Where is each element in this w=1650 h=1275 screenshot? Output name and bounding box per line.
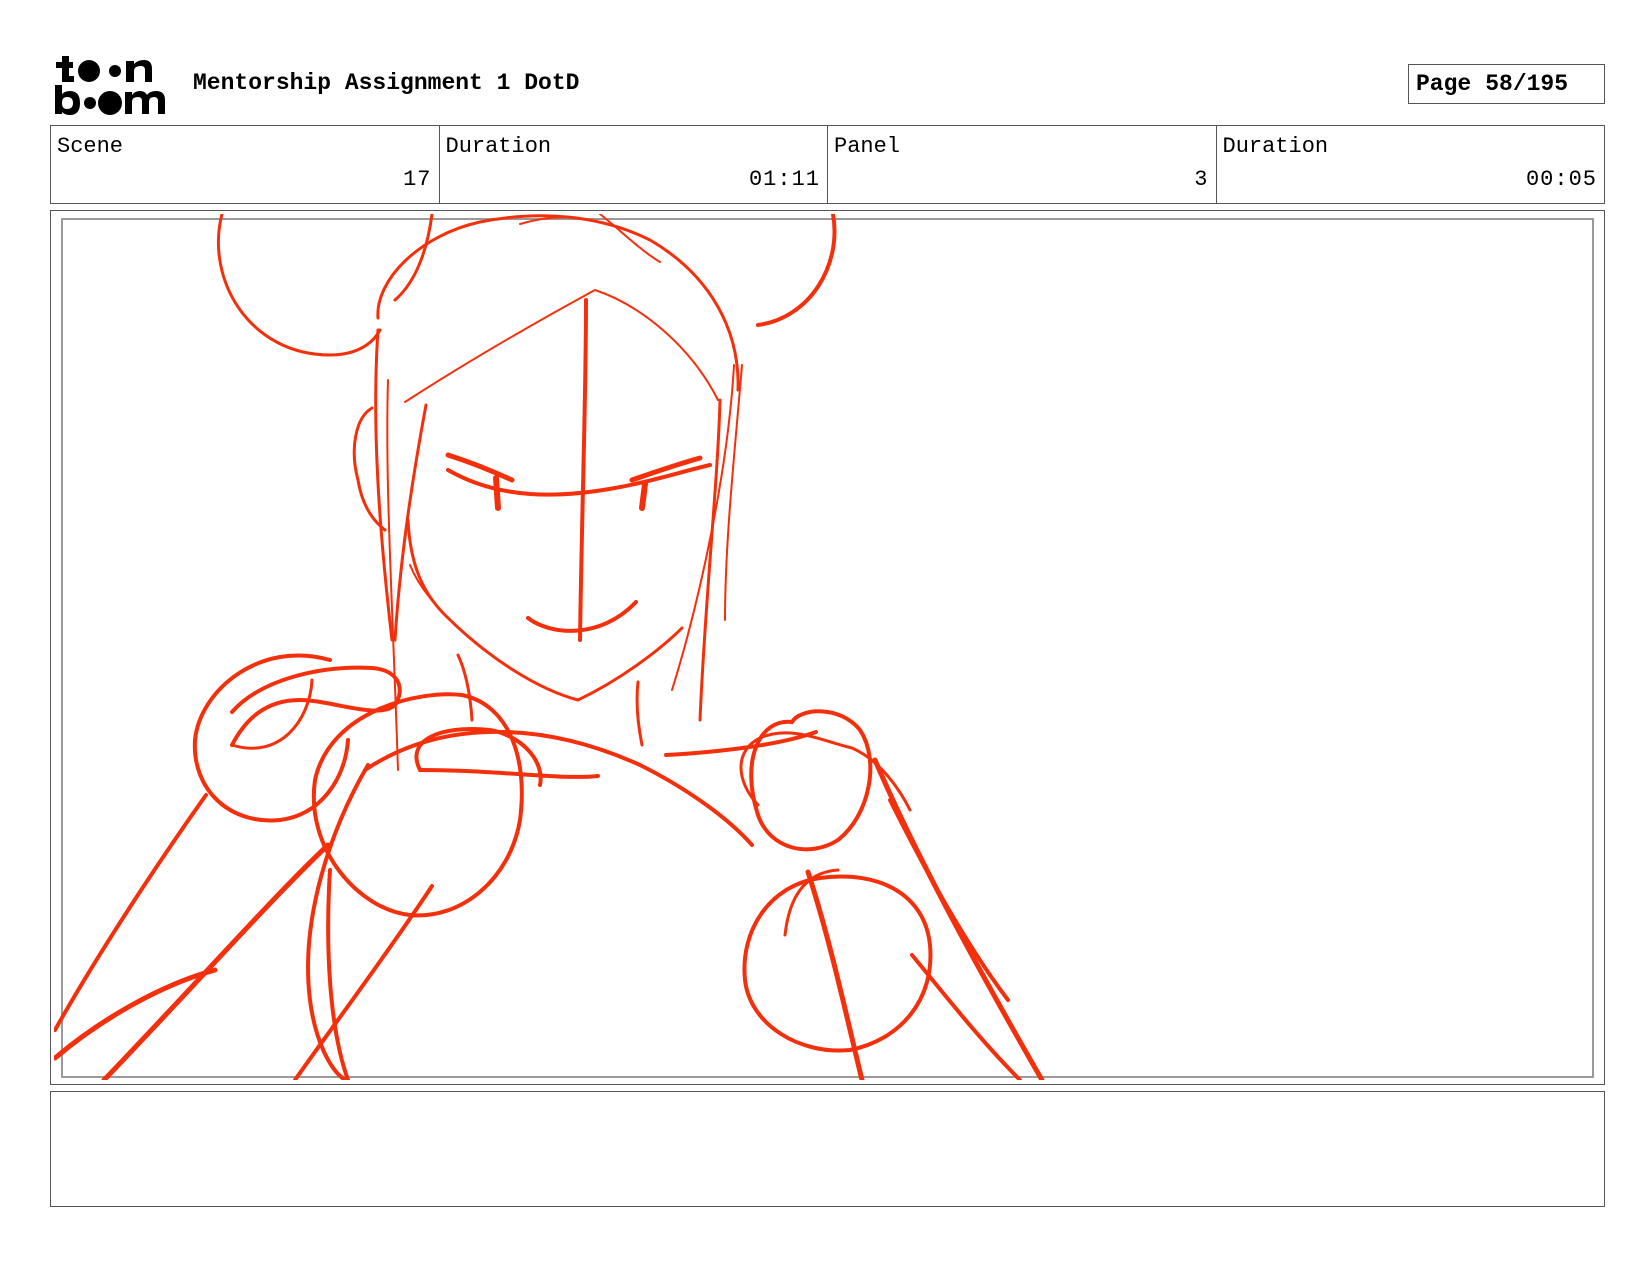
page-indicator: Page 58/195 xyxy=(1408,64,1605,104)
storyboard-sketch xyxy=(54,214,1045,1080)
scene-label: Scene xyxy=(57,134,124,159)
panel-duration-value: 00:05 xyxy=(1525,167,1597,192)
panel-cell: Panel 3 xyxy=(827,126,1216,203)
left-torso-curve-2 xyxy=(326,868,350,1080)
left-eye xyxy=(493,475,501,511)
panel-info-bar: Scene 17 Duration 01:11 Panel 3 Duration… xyxy=(50,125,1605,204)
left-shoulder-curl xyxy=(230,665,402,747)
scene-cell: Scene 17 xyxy=(51,126,439,203)
right-hair-strand-1 xyxy=(698,398,722,722)
left-hair-strand-1 xyxy=(374,328,394,642)
panel-label: Panel xyxy=(834,134,901,159)
scene-value: 17 xyxy=(403,167,432,192)
hair-part-stroke xyxy=(404,289,719,403)
left-shoulder-circle xyxy=(192,653,350,823)
page-number: 58/195 xyxy=(1485,71,1569,97)
toon-boom-logo xyxy=(55,56,165,115)
bangs-stroke xyxy=(393,214,434,302)
right-hair-strand-3 xyxy=(724,364,743,621)
panel-duration-label: Duration xyxy=(1222,134,1329,159)
left-hair-strand-2 xyxy=(386,379,399,771)
left-shoulder-loop xyxy=(230,678,314,750)
left-hair-bun xyxy=(216,214,382,357)
scene-duration-value: 01:11 xyxy=(748,167,820,192)
scene-duration-cell: Duration 01:11 xyxy=(438,126,828,203)
face-center-line xyxy=(578,298,588,642)
sketch-strokes xyxy=(54,214,1045,1080)
right-shoulder-curl xyxy=(664,730,818,757)
right-hair-bun xyxy=(756,214,837,327)
action-notes-box xyxy=(50,1091,1605,1207)
chest-arc xyxy=(363,729,754,847)
collar-line xyxy=(418,768,600,779)
right-eye xyxy=(639,481,648,511)
neck-left xyxy=(456,653,474,722)
neck-right xyxy=(635,680,644,747)
left-arm-line-2 xyxy=(101,842,331,1080)
right-arm-line-1 xyxy=(872,757,1045,1080)
page-label: Page xyxy=(1416,71,1472,97)
left-hair-strand-3 xyxy=(393,403,428,642)
panel-duration-cell: Duration 00:05 xyxy=(1215,126,1605,203)
head-outline xyxy=(376,214,740,392)
document-title: Mentorship Assignment 1 DotD xyxy=(193,70,580,96)
center-torso-line xyxy=(293,884,434,1080)
face-outline xyxy=(406,518,684,702)
panel-value: 3 xyxy=(1194,167,1209,192)
scene-duration-label: Duration xyxy=(445,134,552,159)
right-fist-circle xyxy=(742,874,933,1053)
